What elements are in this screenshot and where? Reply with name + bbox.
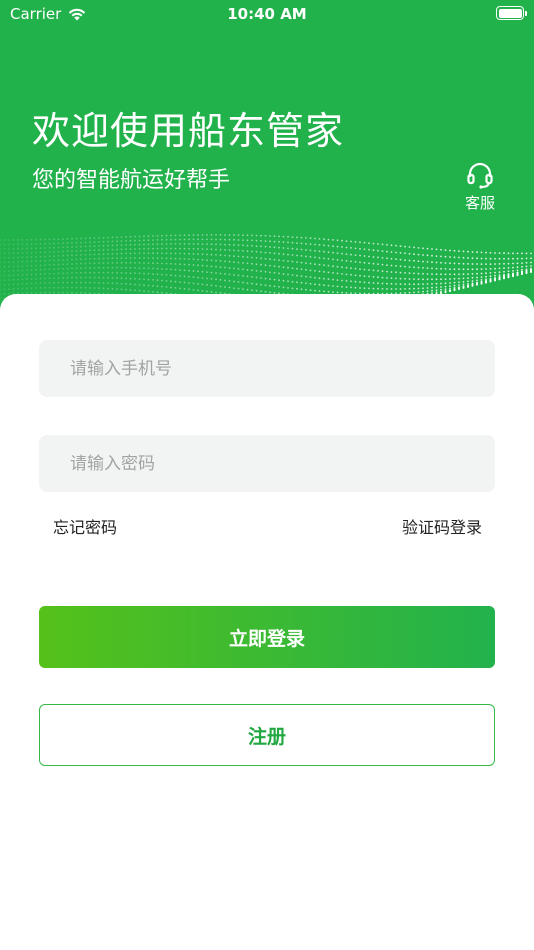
welcome-title: 欢迎使用船东管家: [32, 109, 345, 153]
header-banner: Carrier 10:40 AM 欢迎使用船东管家 您的智能航运好帮手 客服: [0, 0, 534, 330]
battery-icon: [496, 6, 527, 20]
register-button[interactable]: 注册: [39, 704, 495, 766]
phone-field[interactable]: [39, 340, 495, 397]
forgot-password-link[interactable]: 忘记密码: [53, 514, 117, 538]
password-field[interactable]: [39, 435, 495, 492]
headset-icon: [467, 162, 493, 189]
login-button[interactable]: 立即登录: [39, 606, 495, 668]
status-bar: Carrier 10:40 AM: [0, 0, 534, 28]
login-card: 忘记密码 验证码登录 立即登录 注册: [0, 294, 534, 950]
battery-fill: [498, 8, 522, 18]
sms-login-link[interactable]: 验证码登录: [402, 514, 482, 538]
password-input[interactable]: [39, 435, 495, 492]
status-time: 10:40 AM: [227, 5, 307, 23]
welcome-subtitle: 您的智能航运好帮手: [32, 168, 231, 193]
phone-input[interactable]: [39, 340, 495, 397]
